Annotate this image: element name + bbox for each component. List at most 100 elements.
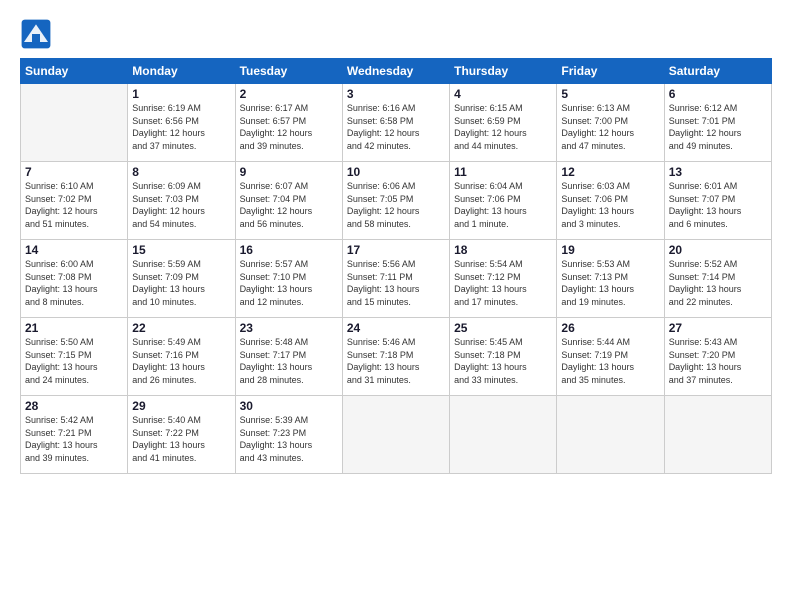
calendar-cell: 13Sunrise: 6:01 AMSunset: 7:07 PMDayligh… [664, 162, 771, 240]
calendar-header: SundayMondayTuesdayWednesdayThursdayFrid… [21, 59, 772, 84]
calendar-cell: 20Sunrise: 5:52 AMSunset: 7:14 PMDayligh… [664, 240, 771, 318]
calendar-cell: 14Sunrise: 6:00 AMSunset: 7:08 PMDayligh… [21, 240, 128, 318]
day-number: 17 [347, 243, 445, 257]
calendar-cell: 27Sunrise: 5:43 AMSunset: 7:20 PMDayligh… [664, 318, 771, 396]
day-info: Sunrise: 5:53 AMSunset: 7:13 PMDaylight:… [561, 258, 659, 308]
day-number: 30 [240, 399, 338, 413]
calendar-cell: 1Sunrise: 6:19 AMSunset: 6:56 PMDaylight… [128, 84, 235, 162]
calendar-cell: 4Sunrise: 6:15 AMSunset: 6:59 PMDaylight… [450, 84, 557, 162]
weekday-header-row: SundayMondayTuesdayWednesdayThursdayFrid… [21, 59, 772, 84]
day-info: Sunrise: 6:07 AMSunset: 7:04 PMDaylight:… [240, 180, 338, 230]
day-number: 8 [132, 165, 230, 179]
day-info: Sunrise: 6:13 AMSunset: 7:00 PMDaylight:… [561, 102, 659, 152]
calendar-cell: 25Sunrise: 5:45 AMSunset: 7:18 PMDayligh… [450, 318, 557, 396]
calendar-cell: 28Sunrise: 5:42 AMSunset: 7:21 PMDayligh… [21, 396, 128, 474]
day-number: 22 [132, 321, 230, 335]
calendar-cell: 23Sunrise: 5:48 AMSunset: 7:17 PMDayligh… [235, 318, 342, 396]
day-info: Sunrise: 5:50 AMSunset: 7:15 PMDaylight:… [25, 336, 123, 386]
day-number: 20 [669, 243, 767, 257]
calendar-week-row: 14Sunrise: 6:00 AMSunset: 7:08 PMDayligh… [21, 240, 772, 318]
calendar-cell: 21Sunrise: 5:50 AMSunset: 7:15 PMDayligh… [21, 318, 128, 396]
day-number: 4 [454, 87, 552, 101]
day-info: Sunrise: 5:39 AMSunset: 7:23 PMDaylight:… [240, 414, 338, 464]
day-info: Sunrise: 5:46 AMSunset: 7:18 PMDaylight:… [347, 336, 445, 386]
day-number: 21 [25, 321, 123, 335]
day-info: Sunrise: 6:09 AMSunset: 7:03 PMDaylight:… [132, 180, 230, 230]
calendar-cell: 6Sunrise: 6:12 AMSunset: 7:01 PMDaylight… [664, 84, 771, 162]
day-info: Sunrise: 5:49 AMSunset: 7:16 PMDaylight:… [132, 336, 230, 386]
day-info: Sunrise: 5:44 AMSunset: 7:19 PMDaylight:… [561, 336, 659, 386]
calendar-cell: 24Sunrise: 5:46 AMSunset: 7:18 PMDayligh… [342, 318, 449, 396]
day-info: Sunrise: 6:12 AMSunset: 7:01 PMDaylight:… [669, 102, 767, 152]
calendar-week-row: 7Sunrise: 6:10 AMSunset: 7:02 PMDaylight… [21, 162, 772, 240]
day-number: 12 [561, 165, 659, 179]
logo-icon [20, 18, 52, 50]
day-number: 25 [454, 321, 552, 335]
calendar-cell: 3Sunrise: 6:16 AMSunset: 6:58 PMDaylight… [342, 84, 449, 162]
day-number: 29 [132, 399, 230, 413]
calendar-cell: 7Sunrise: 6:10 AMSunset: 7:02 PMDaylight… [21, 162, 128, 240]
day-number: 7 [25, 165, 123, 179]
logo [20, 18, 56, 50]
day-number: 27 [669, 321, 767, 335]
calendar-cell: 8Sunrise: 6:09 AMSunset: 7:03 PMDaylight… [128, 162, 235, 240]
day-number: 19 [561, 243, 659, 257]
calendar-cell: 12Sunrise: 6:03 AMSunset: 7:06 PMDayligh… [557, 162, 664, 240]
day-info: Sunrise: 5:40 AMSunset: 7:22 PMDaylight:… [132, 414, 230, 464]
day-info: Sunrise: 5:59 AMSunset: 7:09 PMDaylight:… [132, 258, 230, 308]
day-info: Sunrise: 6:03 AMSunset: 7:06 PMDaylight:… [561, 180, 659, 230]
day-number: 5 [561, 87, 659, 101]
day-info: Sunrise: 5:43 AMSunset: 7:20 PMDaylight:… [669, 336, 767, 386]
calendar-cell: 11Sunrise: 6:04 AMSunset: 7:06 PMDayligh… [450, 162, 557, 240]
day-info: Sunrise: 6:10 AMSunset: 7:02 PMDaylight:… [25, 180, 123, 230]
day-number: 9 [240, 165, 338, 179]
day-info: Sunrise: 6:04 AMSunset: 7:06 PMDaylight:… [454, 180, 552, 230]
calendar-week-row: 28Sunrise: 5:42 AMSunset: 7:21 PMDayligh… [21, 396, 772, 474]
day-number: 15 [132, 243, 230, 257]
calendar-cell: 9Sunrise: 6:07 AMSunset: 7:04 PMDaylight… [235, 162, 342, 240]
calendar-cell: 2Sunrise: 6:17 AMSunset: 6:57 PMDaylight… [235, 84, 342, 162]
day-number: 16 [240, 243, 338, 257]
calendar-cell [664, 396, 771, 474]
day-number: 3 [347, 87, 445, 101]
weekday-header: Sunday [21, 59, 128, 84]
header-area [20, 18, 772, 50]
day-info: Sunrise: 5:57 AMSunset: 7:10 PMDaylight:… [240, 258, 338, 308]
calendar-week-row: 21Sunrise: 5:50 AMSunset: 7:15 PMDayligh… [21, 318, 772, 396]
day-number: 14 [25, 243, 123, 257]
day-info: Sunrise: 6:17 AMSunset: 6:57 PMDaylight:… [240, 102, 338, 152]
day-info: Sunrise: 6:19 AMSunset: 6:56 PMDaylight:… [132, 102, 230, 152]
calendar-cell: 22Sunrise: 5:49 AMSunset: 7:16 PMDayligh… [128, 318, 235, 396]
day-number: 18 [454, 243, 552, 257]
calendar-cell: 5Sunrise: 6:13 AMSunset: 7:00 PMDaylight… [557, 84, 664, 162]
calendar-cell: 19Sunrise: 5:53 AMSunset: 7:13 PMDayligh… [557, 240, 664, 318]
calendar-cell: 30Sunrise: 5:39 AMSunset: 7:23 PMDayligh… [235, 396, 342, 474]
weekday-header: Monday [128, 59, 235, 84]
weekday-header: Wednesday [342, 59, 449, 84]
day-info: Sunrise: 5:54 AMSunset: 7:12 PMDaylight:… [454, 258, 552, 308]
day-number: 13 [669, 165, 767, 179]
day-number: 1 [132, 87, 230, 101]
calendar-cell: 26Sunrise: 5:44 AMSunset: 7:19 PMDayligh… [557, 318, 664, 396]
calendar-table: SundayMondayTuesdayWednesdayThursdayFrid… [20, 58, 772, 474]
day-info: Sunrise: 5:42 AMSunset: 7:21 PMDaylight:… [25, 414, 123, 464]
calendar-cell [21, 84, 128, 162]
day-number: 10 [347, 165, 445, 179]
calendar-cell: 16Sunrise: 5:57 AMSunset: 7:10 PMDayligh… [235, 240, 342, 318]
calendar-cell: 17Sunrise: 5:56 AMSunset: 7:11 PMDayligh… [342, 240, 449, 318]
calendar-cell: 15Sunrise: 5:59 AMSunset: 7:09 PMDayligh… [128, 240, 235, 318]
calendar-page: SundayMondayTuesdayWednesdayThursdayFrid… [0, 0, 792, 612]
day-number: 2 [240, 87, 338, 101]
day-info: Sunrise: 6:15 AMSunset: 6:59 PMDaylight:… [454, 102, 552, 152]
weekday-header: Friday [557, 59, 664, 84]
day-info: Sunrise: 5:52 AMSunset: 7:14 PMDaylight:… [669, 258, 767, 308]
calendar-cell [450, 396, 557, 474]
calendar-cell: 29Sunrise: 5:40 AMSunset: 7:22 PMDayligh… [128, 396, 235, 474]
weekday-header: Thursday [450, 59, 557, 84]
calendar-week-row: 1Sunrise: 6:19 AMSunset: 6:56 PMDaylight… [21, 84, 772, 162]
day-number: 24 [347, 321, 445, 335]
day-number: 26 [561, 321, 659, 335]
calendar-cell [557, 396, 664, 474]
calendar-cell: 18Sunrise: 5:54 AMSunset: 7:12 PMDayligh… [450, 240, 557, 318]
day-number: 11 [454, 165, 552, 179]
